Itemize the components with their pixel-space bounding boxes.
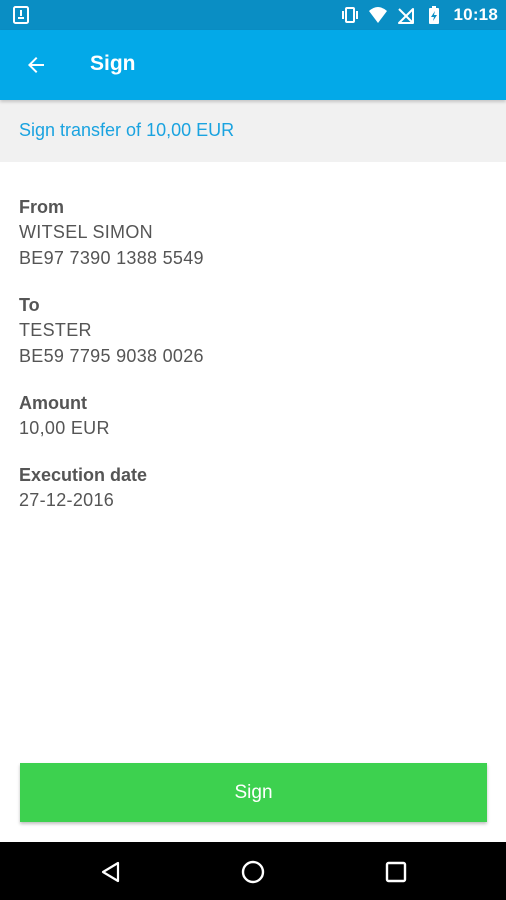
from-name: WITSEL SIMON — [19, 222, 153, 242]
from-label: From — [19, 197, 64, 217]
status-bar: 10:18 — [0, 0, 506, 30]
sim-card-icon — [12, 6, 30, 24]
nav-back-button[interactable] — [93, 854, 129, 890]
status-time: 10:18 — [453, 5, 498, 24]
sign-screen: 10:18 Sign Sign transfer of 10,00 EUR Fr… — [0, 0, 506, 900]
nav-recents-button[interactable] — [378, 854, 414, 890]
home-circle-icon — [241, 860, 265, 884]
amount-label: Amount — [19, 393, 87, 413]
amount-section: Amount 10,00 EUR — [19, 391, 489, 441]
to-name: TESTER — [19, 320, 92, 340]
amount-value: 10,00 EUR — [19, 418, 110, 438]
no-signal-icon — [396, 5, 416, 25]
arrow-left-icon — [28, 57, 44, 73]
back-triangle-icon — [101, 861, 120, 883]
execution-date-value: 27-12-2016 — [19, 490, 115, 510]
navigation-bar — [0, 842, 506, 900]
transfer-details: From WITSEL SIMON BE97 7390 1388 5549 To… — [19, 195, 489, 535]
execution-date-label: Execution date — [19, 465, 148, 485]
back-button[interactable] — [14, 43, 58, 87]
page-title: Sign — [90, 52, 136, 75]
recents-square-icon — [385, 861, 407, 883]
to-iban: BE59 7795 9038 0026 — [19, 346, 204, 366]
wifi-icon — [368, 5, 388, 25]
to-section: To TESTER BE59 7795 9038 0026 — [19, 293, 489, 369]
transfer-summary-text: Sign transfer of 10,00 EUR — [19, 120, 235, 140]
from-iban: BE97 7390 1388 5549 — [19, 248, 204, 268]
execution-date-section: Execution date 27-12-2016 — [19, 463, 489, 513]
from-section: From WITSEL SIMON BE97 7390 1388 5549 — [19, 195, 489, 271]
nav-home-button[interactable] — [235, 854, 271, 890]
to-label: To — [19, 295, 40, 315]
app-bar: Sign — [0, 30, 506, 100]
status-icons: 10:18 — [340, 0, 498, 30]
transfer-summary-header: Sign transfer of 10,00 EUR — [0, 100, 506, 162]
sign-button[interactable]: Sign — [20, 763, 487, 822]
vibrate-icon — [340, 5, 360, 25]
battery-charging-icon — [424, 5, 444, 25]
